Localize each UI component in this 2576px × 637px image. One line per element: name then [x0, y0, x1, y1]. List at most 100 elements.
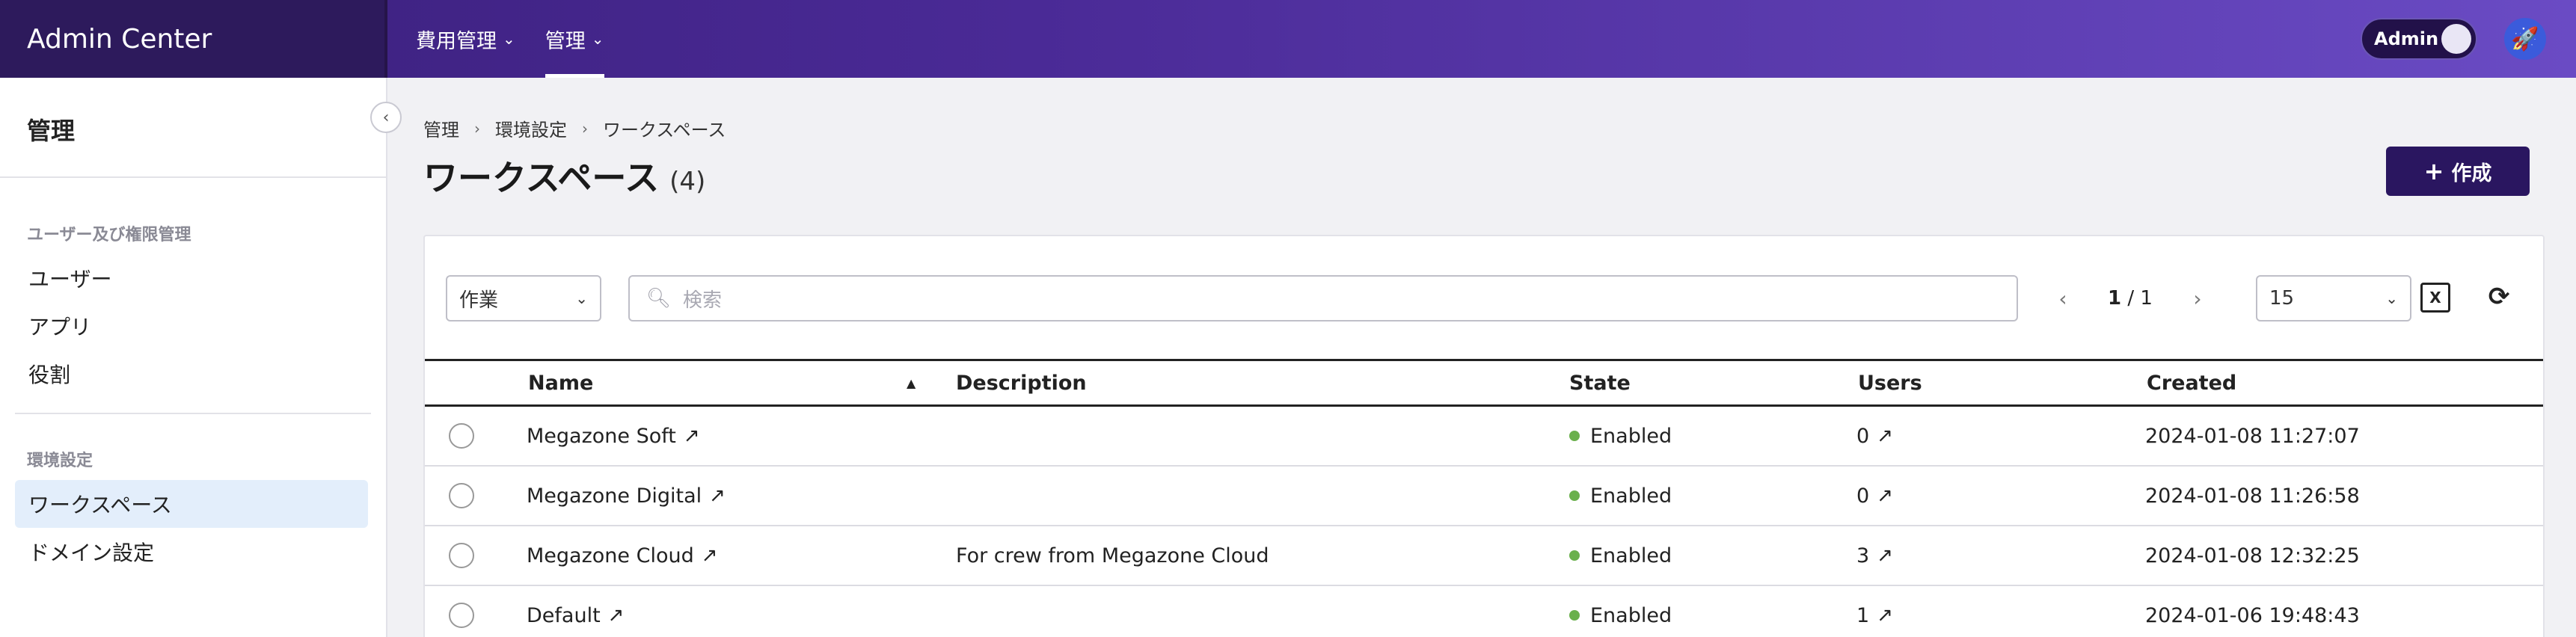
chevron-down-icon: ⌄ [2385, 289, 2398, 307]
action-select-value: 作業 [459, 289, 499, 312]
table-row[interactable]: Megazone Digital ↗ Enabled 0 ↗ 2024-01-08 … [425, 467, 2543, 526]
external-link-icon: ↗ [1877, 425, 1893, 447]
chevron-down-icon: ⌄ [575, 289, 588, 307]
workspace-name: Megazone Digital [527, 484, 702, 508]
status-dot-icon [1569, 490, 1580, 501]
main-content: 管理 › 環境設定 › ワークスペース ワークスペース (4) + 作成 作業 … [387, 78, 2576, 637]
next-page-icon[interactable]: › [2183, 286, 2212, 311]
topnav-label: 管理 [545, 29, 586, 53]
users-link[interactable]: 0 ↗ [1856, 407, 1893, 465]
status-dot-icon [1569, 550, 1580, 561]
topnav-management[interactable]: 管理 ⌄ [545, 0, 604, 78]
sidebar-item-workspace[interactable]: ワークスペース [15, 480, 368, 528]
breadcrumb-item: ワークスペース [603, 120, 726, 141]
sidebar-item-roles[interactable]: 役割 [15, 350, 368, 398]
users-link[interactable]: 3 ↗ [1856, 526, 1893, 585]
table-row[interactable]: Megazone Cloud ↗ For crew from Megazone C… [425, 526, 2543, 586]
workspace-name-link[interactable]: Megazone Digital ↗ [527, 467, 726, 525]
toggle-knob [2441, 24, 2471, 54]
page-size-value: 15 [2269, 287, 2295, 310]
sidebar-item-users[interactable]: ユーザー [15, 254, 368, 302]
created-timestamp: 2024-01-06 19:48:43 [2145, 603, 2360, 627]
status-dot-icon [1569, 610, 1580, 621]
state-cell: Enabled [1569, 407, 1672, 465]
users-count: 0 [1856, 484, 1870, 508]
workspace-name-link[interactable]: Megazone Cloud ↗ [527, 526, 718, 585]
breadcrumb-item[interactable]: 環境設定 [495, 115, 567, 141]
sidebar: ‹ 管理 ユーザー及び権限管理 ユーザー アプリ 役割 環境設定 ワークスペース… [0, 78, 402, 637]
column-header-created: Created [2147, 371, 2237, 395]
pagination: ‹ 1 / 1 › [2048, 275, 2212, 321]
search-icon: 🔍︎ [646, 287, 672, 310]
column-header-description: Description [956, 371, 1087, 395]
external-link-icon: ↗ [607, 604, 625, 627]
table-row[interactable]: Megazone Soft ↗ Enabled 0 ↗ 2024-01-08 11:… [425, 407, 2543, 467]
refresh-icon[interactable]: ⟳ [2482, 280, 2516, 314]
workspace-name-link[interactable]: Default ↗ [527, 586, 624, 637]
users-link[interactable]: 0 ↗ [1856, 467, 1893, 525]
column-header-name[interactable]: Name [528, 361, 593, 404]
search-placeholder: 検索 [683, 289, 723, 312]
chevron-down-icon: ⌄ [591, 30, 604, 48]
workspace-description: For crew from Megazone Cloud [956, 544, 1269, 567]
workspace-name: Default [527, 603, 601, 627]
external-link-icon: ↗ [1877, 484, 1893, 507]
page-title-text: ワークスペース [423, 158, 660, 198]
top-bar: Admin Center 費用管理 ⌄ 管理 ⌄ Admin 🚀 [0, 0, 2576, 78]
topnav-label: 費用管理 [416, 29, 497, 53]
breadcrumb: 管理 › 環境設定 › ワークスペース [423, 115, 726, 141]
users-count: 3 [1856, 544, 1870, 567]
created-timestamp: 2024-01-08 11:27:07 [2145, 424, 2360, 448]
sort-ascending-icon[interactable]: ▲ [907, 361, 916, 404]
app-title[interactable]: Admin Center [0, 0, 387, 78]
breadcrumb-item[interactable]: 管理 [423, 115, 459, 141]
external-link-icon: ↗ [701, 544, 718, 567]
excel-export-icon[interactable]: X [2420, 283, 2450, 313]
prev-page-icon[interactable]: ‹ [2048, 286, 2078, 311]
item-count: (4) [669, 167, 706, 197]
sidebar-section-label: 環境設定 [27, 452, 93, 470]
page-total: / 1 [2127, 287, 2153, 310]
row-radio[interactable] [449, 603, 474, 628]
chevron-right-icon: › [582, 119, 588, 138]
admin-mode-toggle[interactable]: Admin [2361, 18, 2477, 60]
sidebar-item-apps[interactable]: アプリ [15, 302, 368, 350]
users-count: 1 [1856, 603, 1870, 627]
row-radio[interactable] [449, 543, 474, 568]
plus-icon: + [2423, 157, 2444, 185]
sidebar-item-domain-settings[interactable]: ドメイン設定 [15, 528, 368, 576]
page-title: ワークスペース (4) [423, 151, 705, 200]
users-link[interactable]: 1 ↗ [1856, 586, 1893, 637]
sidebar-section-label: ユーザー及び権限管理 [27, 226, 191, 244]
workspace-panel: 作業 ⌄ 🔍︎ 検索 ‹ 1 / 1 › 15 ⌄ X ⟳ Name ▲ Des… [423, 235, 2545, 637]
workspace-name: Megazone Cloud [527, 544, 694, 567]
created-timestamp: 2024-01-08 11:26:58 [2145, 484, 2360, 508]
column-header-users: Users [1858, 371, 1922, 395]
state-cell: Enabled [1569, 586, 1672, 637]
table-header: Name ▲ Description State Users Created [425, 359, 2543, 407]
external-link-icon: ↗ [709, 484, 726, 507]
row-radio[interactable] [449, 483, 474, 508]
row-radio[interactable] [449, 423, 474, 449]
collapse-sidebar-button[interactable]: ‹ [370, 102, 402, 133]
external-link-icon: ↗ [1877, 544, 1893, 567]
users-count: 0 [1856, 424, 1870, 448]
table-row[interactable]: Default ↗ Enabled 1 ↗ 2024-01-06 19:48:43 [425, 586, 2543, 637]
create-button[interactable]: + 作成 [2386, 147, 2530, 196]
topnav-cost-management[interactable]: 費用管理 ⌄ [416, 0, 515, 78]
page-size-select[interactable]: 15 ⌄ [2256, 275, 2411, 321]
state-text: Enabled [1590, 544, 1672, 567]
sidebar-divider [15, 413, 371, 414]
state-text: Enabled [1590, 484, 1672, 508]
rocket-icon[interactable]: 🚀 [2504, 18, 2546, 60]
chevron-down-icon: ⌄ [503, 30, 515, 48]
search-input[interactable]: 🔍︎ 検索 [628, 275, 2018, 321]
page-current: 1 [2108, 287, 2122, 310]
external-link-icon: ↗ [1877, 604, 1893, 627]
create-button-label: 作成 [2451, 161, 2492, 185]
created-timestamp: 2024-01-08 12:32:25 [2145, 544, 2360, 567]
action-select[interactable]: 作業 ⌄ [446, 275, 601, 321]
column-header-state: State [1569, 371, 1631, 395]
workspace-name-link[interactable]: Megazone Soft ↗ [527, 407, 700, 465]
external-link-icon: ↗ [683, 425, 700, 447]
